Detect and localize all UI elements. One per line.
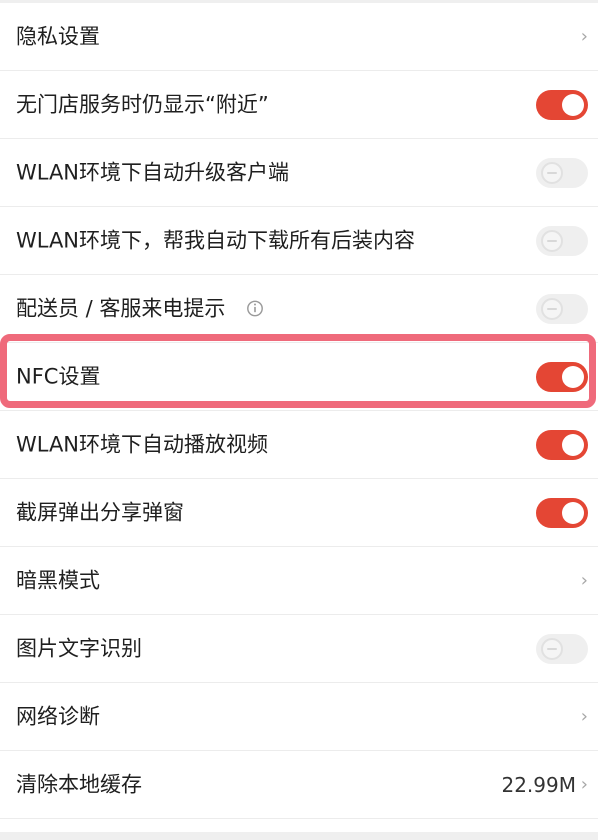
nfc-settings-toggle[interactable] bbox=[536, 361, 588, 392]
screenshot-share-label: 截屏弹出分享弹窗 bbox=[16, 500, 184, 524]
info-icon[interactable] bbox=[246, 299, 264, 317]
network-diagnosis-label: 网络诊断 bbox=[16, 704, 100, 728]
chevron-right-icon: › bbox=[580, 705, 588, 727]
bottom-divider bbox=[0, 832, 598, 840]
screenshot-share-toggle[interactable] bbox=[536, 497, 588, 528]
call-alert-label-wrap: 配送员 / 客服来电提示 bbox=[16, 298, 264, 319]
nearby-display-label: 无门店服务时仍显示“附近” bbox=[16, 92, 269, 116]
call-alert-toggle[interactable] bbox=[536, 293, 588, 324]
autoplay-video-toggle[interactable] bbox=[536, 429, 588, 460]
dark-mode-label: 暗黑模式 bbox=[16, 568, 100, 592]
cache-size-value: 22.99M bbox=[501, 772, 576, 797]
settings-row-call-alert: 配送员 / 客服来电提示 bbox=[0, 275, 598, 343]
clear-cache-label: 清除本地缓存 bbox=[16, 772, 142, 796]
toggle-knob bbox=[562, 433, 584, 456]
call-alert-label: 配送员 / 客服来电提示 bbox=[16, 296, 226, 320]
nearby-display-toggle[interactable] bbox=[536, 89, 588, 120]
nfc-settings-label: NFC设置 bbox=[16, 364, 101, 388]
image-text-recognition-label: 图片文字识别 bbox=[16, 636, 142, 660]
settings-screen: 隐私设置 › 无门店服务时仍显示“附近” WLAN环境下自动升级客户端 WLAN… bbox=[0, 0, 598, 840]
toggle-knob bbox=[562, 365, 584, 388]
auto-download-label: WLAN环境下，帮我自动下载所有后装内容 bbox=[16, 228, 416, 252]
toggle-knob bbox=[562, 93, 584, 116]
settings-row-image-text-recognition: 图片文字识别 bbox=[0, 615, 598, 683]
toggle-knob bbox=[541, 229, 563, 252]
settings-row-auto-download: WLAN环境下，帮我自动下载所有后装内容 bbox=[0, 207, 598, 275]
toggle-knob bbox=[562, 501, 584, 524]
settings-row-dark-mode[interactable]: 暗黑模式 › bbox=[0, 547, 598, 615]
settings-row-nfc: NFC设置 bbox=[0, 343, 598, 411]
chevron-right-icon: › bbox=[580, 569, 588, 591]
settings-row-screenshot-share: 截屏弹出分享弹窗 bbox=[0, 479, 598, 547]
toggle-knob bbox=[541, 297, 563, 320]
settings-row-privacy[interactable]: 隐私设置 › bbox=[0, 3, 598, 71]
toggle-knob bbox=[541, 161, 563, 184]
settings-row-nearby: 无门店服务时仍显示“附近” bbox=[0, 71, 598, 139]
chevron-right-icon: › bbox=[580, 773, 588, 795]
privacy-settings-label: 隐私设置 bbox=[16, 24, 100, 48]
settings-list: 隐私设置 › 无门店服务时仍显示“附近” WLAN环境下自动升级客户端 WLAN… bbox=[0, 3, 598, 819]
auto-upgrade-toggle[interactable] bbox=[536, 157, 588, 188]
settings-row-auto-upgrade: WLAN环境下自动升级客户端 bbox=[0, 139, 598, 207]
autoplay-video-label: WLAN环境下自动播放视频 bbox=[16, 432, 269, 456]
settings-row-autoplay-video: WLAN环境下自动播放视频 bbox=[0, 411, 598, 479]
chevron-right-icon: › bbox=[580, 25, 588, 47]
auto-upgrade-label: WLAN环境下自动升级客户端 bbox=[16, 160, 290, 184]
settings-row-clear-cache[interactable]: 清除本地缓存 22.99M › bbox=[0, 751, 598, 819]
auto-download-toggle[interactable] bbox=[536, 225, 588, 256]
settings-row-network-diagnosis[interactable]: 网络诊断 › bbox=[0, 683, 598, 751]
image-text-recognition-toggle[interactable] bbox=[536, 633, 588, 664]
toggle-knob bbox=[541, 637, 563, 660]
